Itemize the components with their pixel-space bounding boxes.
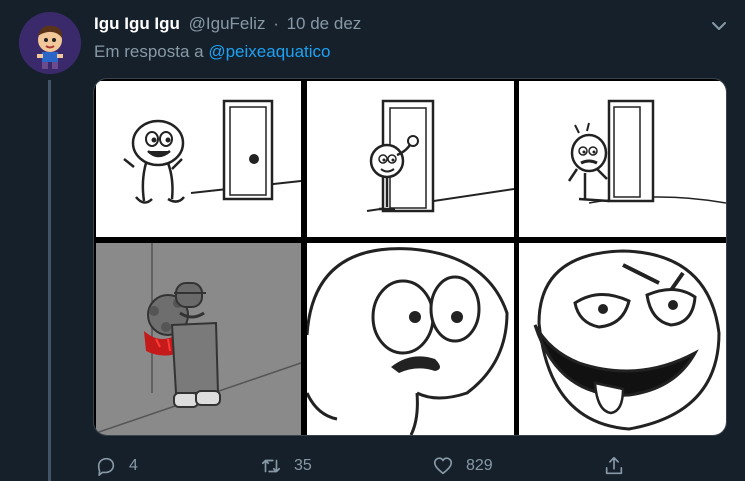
reply-prefix: Em resposta a xyxy=(94,42,204,61)
share-button[interactable] xyxy=(603,455,625,477)
tweet-date[interactable]: 10 de dez xyxy=(287,14,362,33)
comic-panel-5 xyxy=(307,243,514,435)
display-name[interactable]: Igu Igu Igu xyxy=(94,14,180,33)
chevron-down-icon[interactable] xyxy=(709,16,729,36)
reply-count: 4 xyxy=(129,457,138,474)
comic-panel-2 xyxy=(307,81,514,237)
like-button[interactable]: 829 xyxy=(432,455,493,477)
reply-context: Em resposta a @peixeaquatico xyxy=(94,41,331,63)
tweet-media[interactable] xyxy=(93,78,727,436)
comic-panel-6 xyxy=(519,243,726,435)
tweet-actions: 4 35 829 xyxy=(0,455,745,481)
retweet-icon xyxy=(261,459,281,473)
comic-panel-1 xyxy=(96,81,301,237)
reply-icon xyxy=(97,457,115,476)
comic-panel-3 xyxy=(519,81,726,237)
share-icon xyxy=(605,456,623,475)
user-handle[interactable]: @IguFeliz xyxy=(189,14,266,33)
reply-to-link[interactable]: @peixeaquatico xyxy=(208,42,330,61)
comic-panel-4 xyxy=(96,243,301,435)
thread-line xyxy=(48,80,51,481)
like-count: 829 xyxy=(466,457,493,474)
like-icon xyxy=(433,457,453,475)
retweet-button[interactable]: 35 xyxy=(260,455,312,477)
separator: · xyxy=(273,14,279,33)
reply-button[interactable]: 4 xyxy=(95,455,138,477)
retweet-count: 35 xyxy=(294,457,312,474)
tweet-header: Igu Igu Igu @IguFeliz · 10 de dez xyxy=(94,13,361,35)
avatar[interactable] xyxy=(19,12,81,74)
